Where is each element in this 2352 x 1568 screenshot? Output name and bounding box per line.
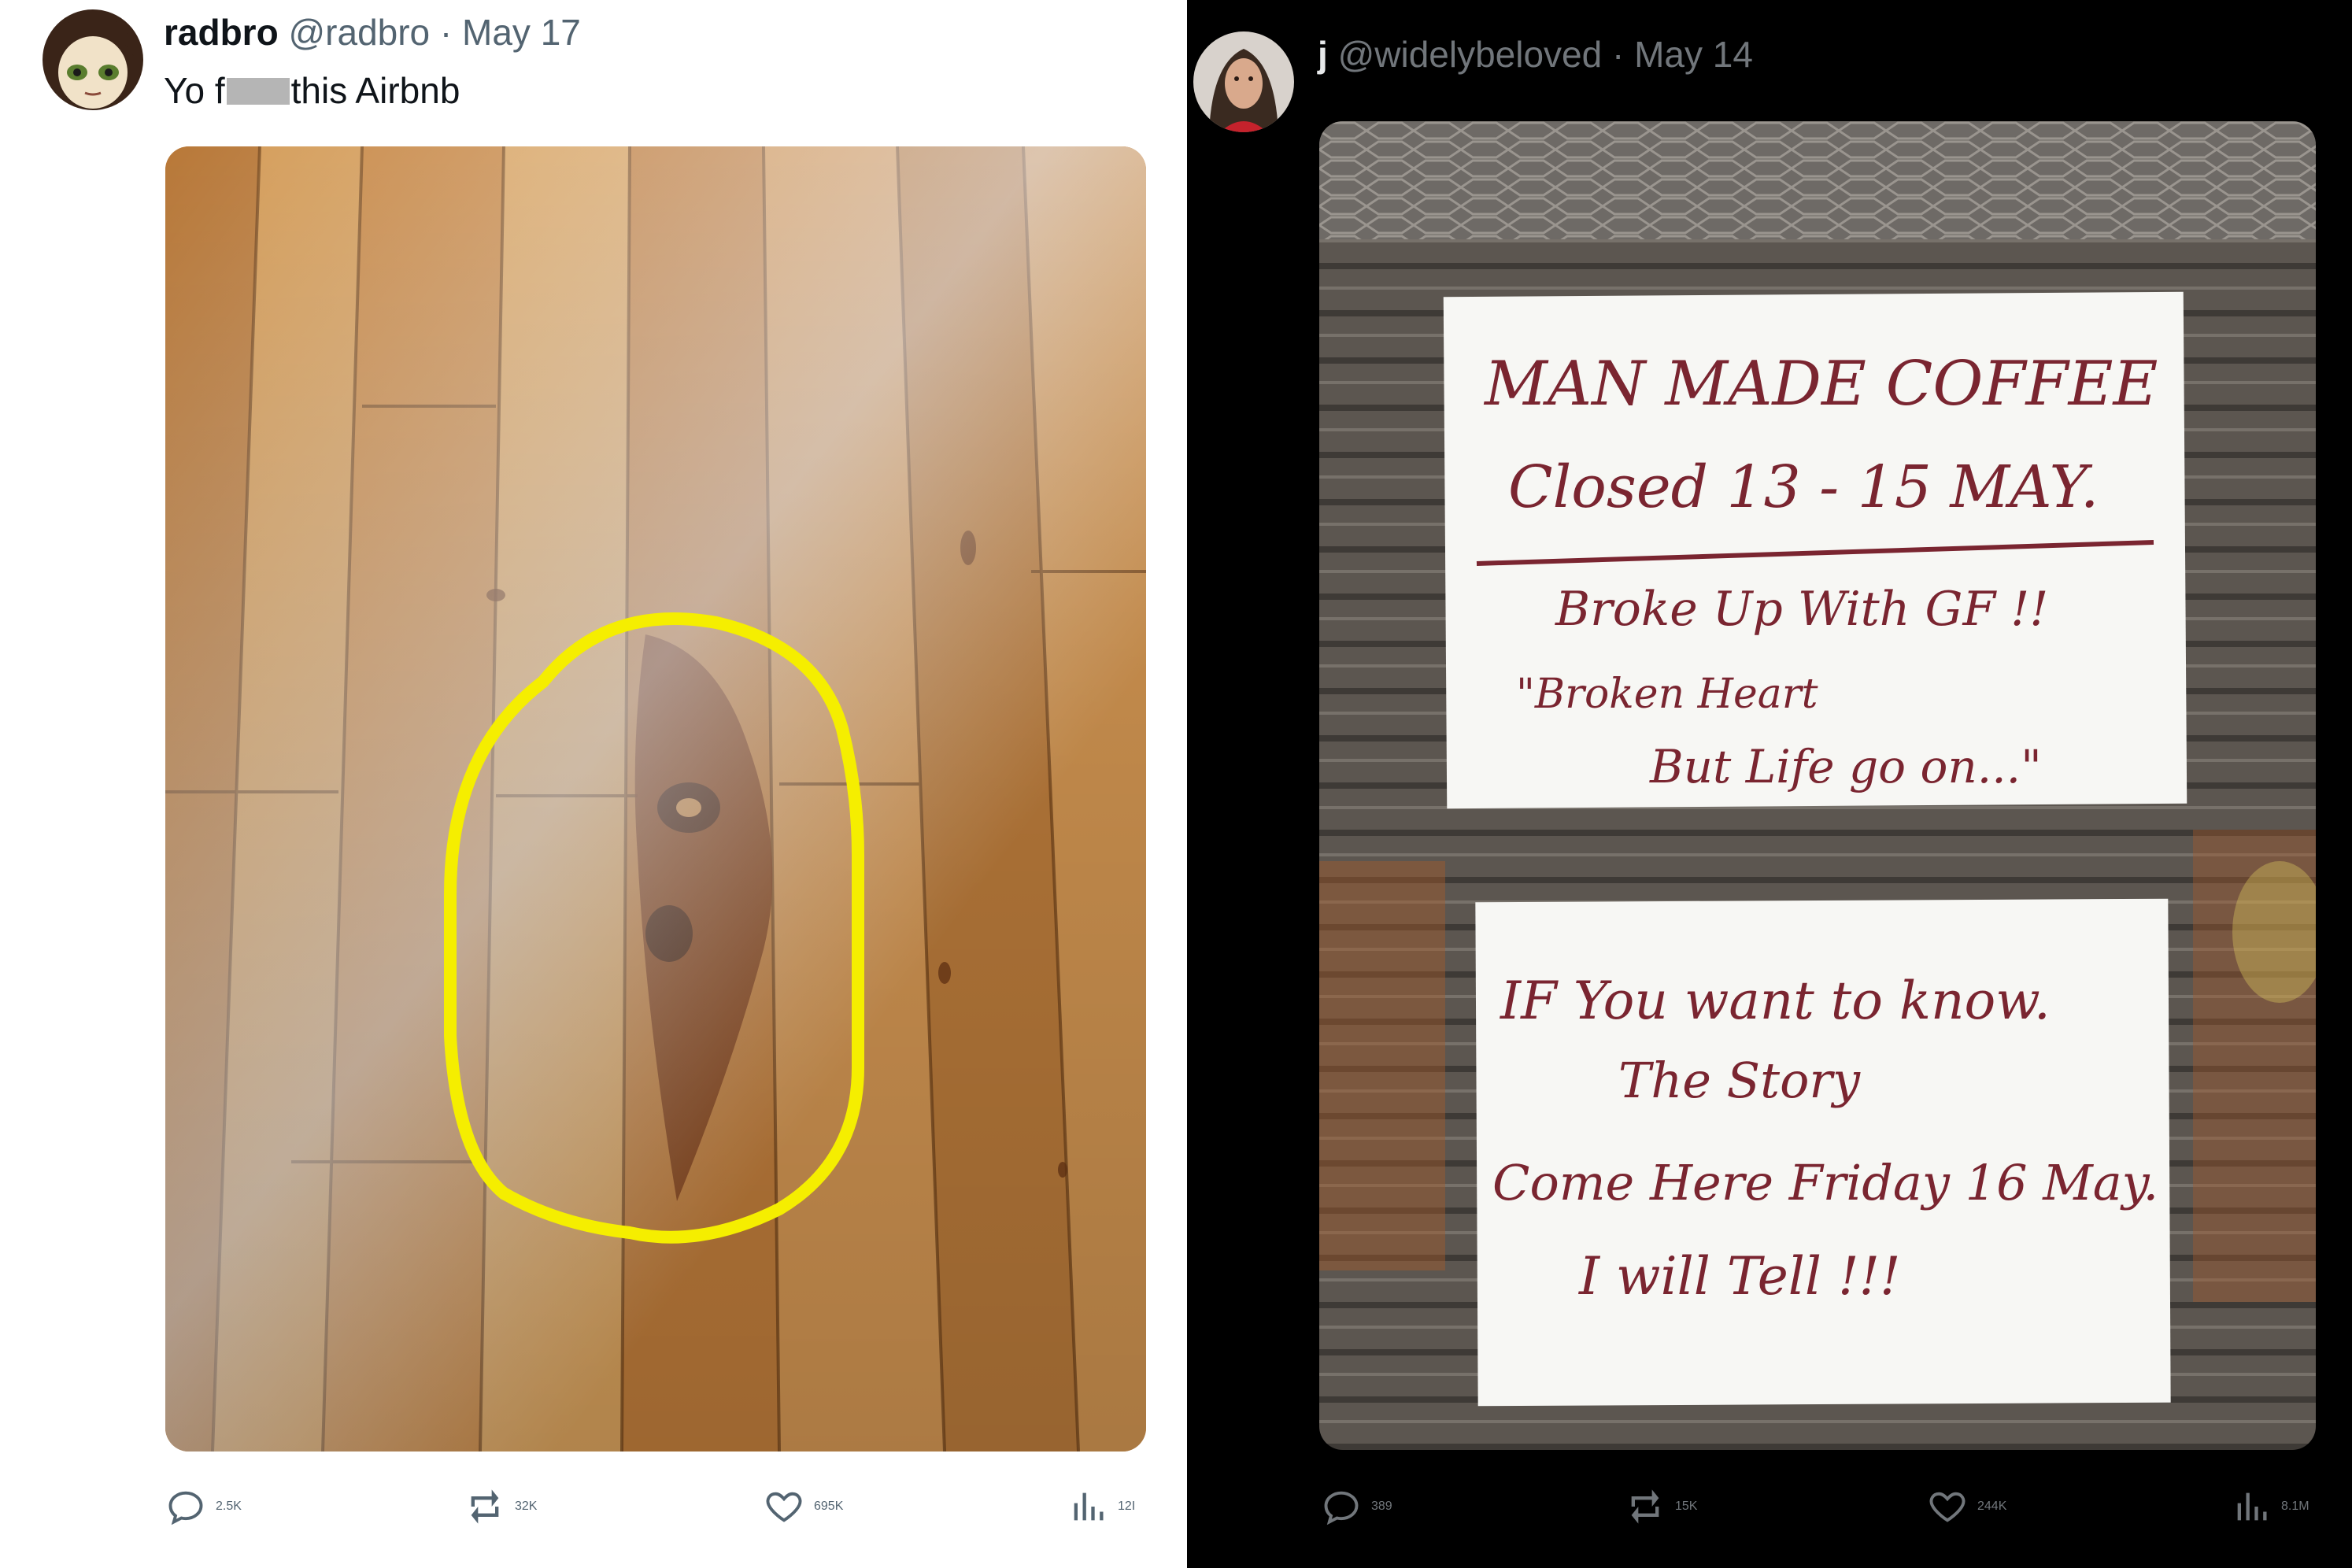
reply-count: 389	[1371, 1500, 1392, 1513]
handle[interactable]: @radbro	[288, 12, 430, 53]
repost-icon	[1631, 1489, 1659, 1524]
heart-icon	[1929, 1492, 1966, 1522]
widelybeloved-avatar[interactable]	[1193, 31, 1294, 132]
repost-count: 32K	[515, 1500, 538, 1513]
sign-line: Broke Up With GF !!	[1555, 582, 2048, 637]
views-icon	[1074, 1492, 1104, 1521]
sign-line: The Story	[1618, 1052, 1861, 1109]
sign-line: IF You want to know.	[1500, 971, 2051, 1031]
right-tweet: j @widelybeloved · May 14 MAN MADE COFFE…	[1187, 0, 2352, 1568]
repost-button[interactable]: 32K	[464, 1486, 537, 1527]
repost-count: 15K	[1675, 1500, 1698, 1513]
sign-line: MAN MADE COFFEE	[1483, 349, 2158, 420]
tweet-text-part: this Airbnb	[290, 70, 460, 111]
tweet-header: j @widelybeloved · May 14	[1318, 33, 1753, 76]
sign-line: Come Here Friday 16 May.	[1492, 1154, 2158, 1211]
tweet-text: Yo f this Airbnb	[164, 69, 460, 112]
tweet-date[interactable]: · May 17	[440, 12, 581, 53]
views-button[interactable]: 8.1M	[2231, 1486, 2309, 1527]
sign-line: I will Tell !!!	[1578, 1246, 1901, 1307]
like-button[interactable]: 244K	[1927, 1486, 2006, 1527]
like-button[interactable]: 695K	[764, 1486, 843, 1527]
views-icon	[2237, 1492, 2267, 1521]
views-count: 8.1M	[2281, 1500, 2309, 1513]
repost-icon	[471, 1489, 499, 1524]
reply-button[interactable]: 2.5K	[165, 1486, 242, 1527]
display-name[interactable]: j	[1318, 34, 1328, 75]
like-count: 695K	[814, 1500, 844, 1513]
radbro-avatar[interactable]	[43, 9, 143, 110]
tweet-header: radbro @radbro · May 17	[164, 11, 581, 54]
reply-count: 2.5K	[216, 1500, 242, 1513]
repost-button[interactable]: 15K	[1625, 1486, 1697, 1527]
heart-icon	[766, 1492, 802, 1522]
left-tweet: radbro @radbro · May 17 Yo f this Airbnb	[0, 0, 1168, 1568]
sign-line: But Life go on..."	[1649, 740, 2042, 793]
redaction-bar	[226, 78, 290, 105]
reply-icon	[1324, 1491, 1359, 1525]
sign-line: Closed 13 - 15 MAY.	[1508, 453, 2099, 521]
reply-icon	[168, 1491, 203, 1525]
reply-button[interactable]: 389	[1321, 1486, 1392, 1527]
tweet-image[interactable]	[165, 146, 1146, 1452]
panel-divider	[1168, 0, 1187, 1568]
views-button[interactable]: 12I	[1067, 1486, 1135, 1527]
tweet-text-part: Yo f	[164, 70, 225, 111]
like-count: 244K	[1977, 1500, 2007, 1513]
tweet-date[interactable]: · May 14	[1612, 34, 1753, 75]
tweet-image[interactable]: MAN MADE COFFEE Closed 13 - 15 MAY. Brok…	[1319, 121, 2316, 1450]
views-count: 12I	[1118, 1500, 1136, 1513]
sign-line: "Broken Heart	[1516, 671, 1818, 718]
handle[interactable]: @widelybeloved	[1338, 34, 1603, 75]
display-name[interactable]: radbro	[164, 12, 279, 53]
